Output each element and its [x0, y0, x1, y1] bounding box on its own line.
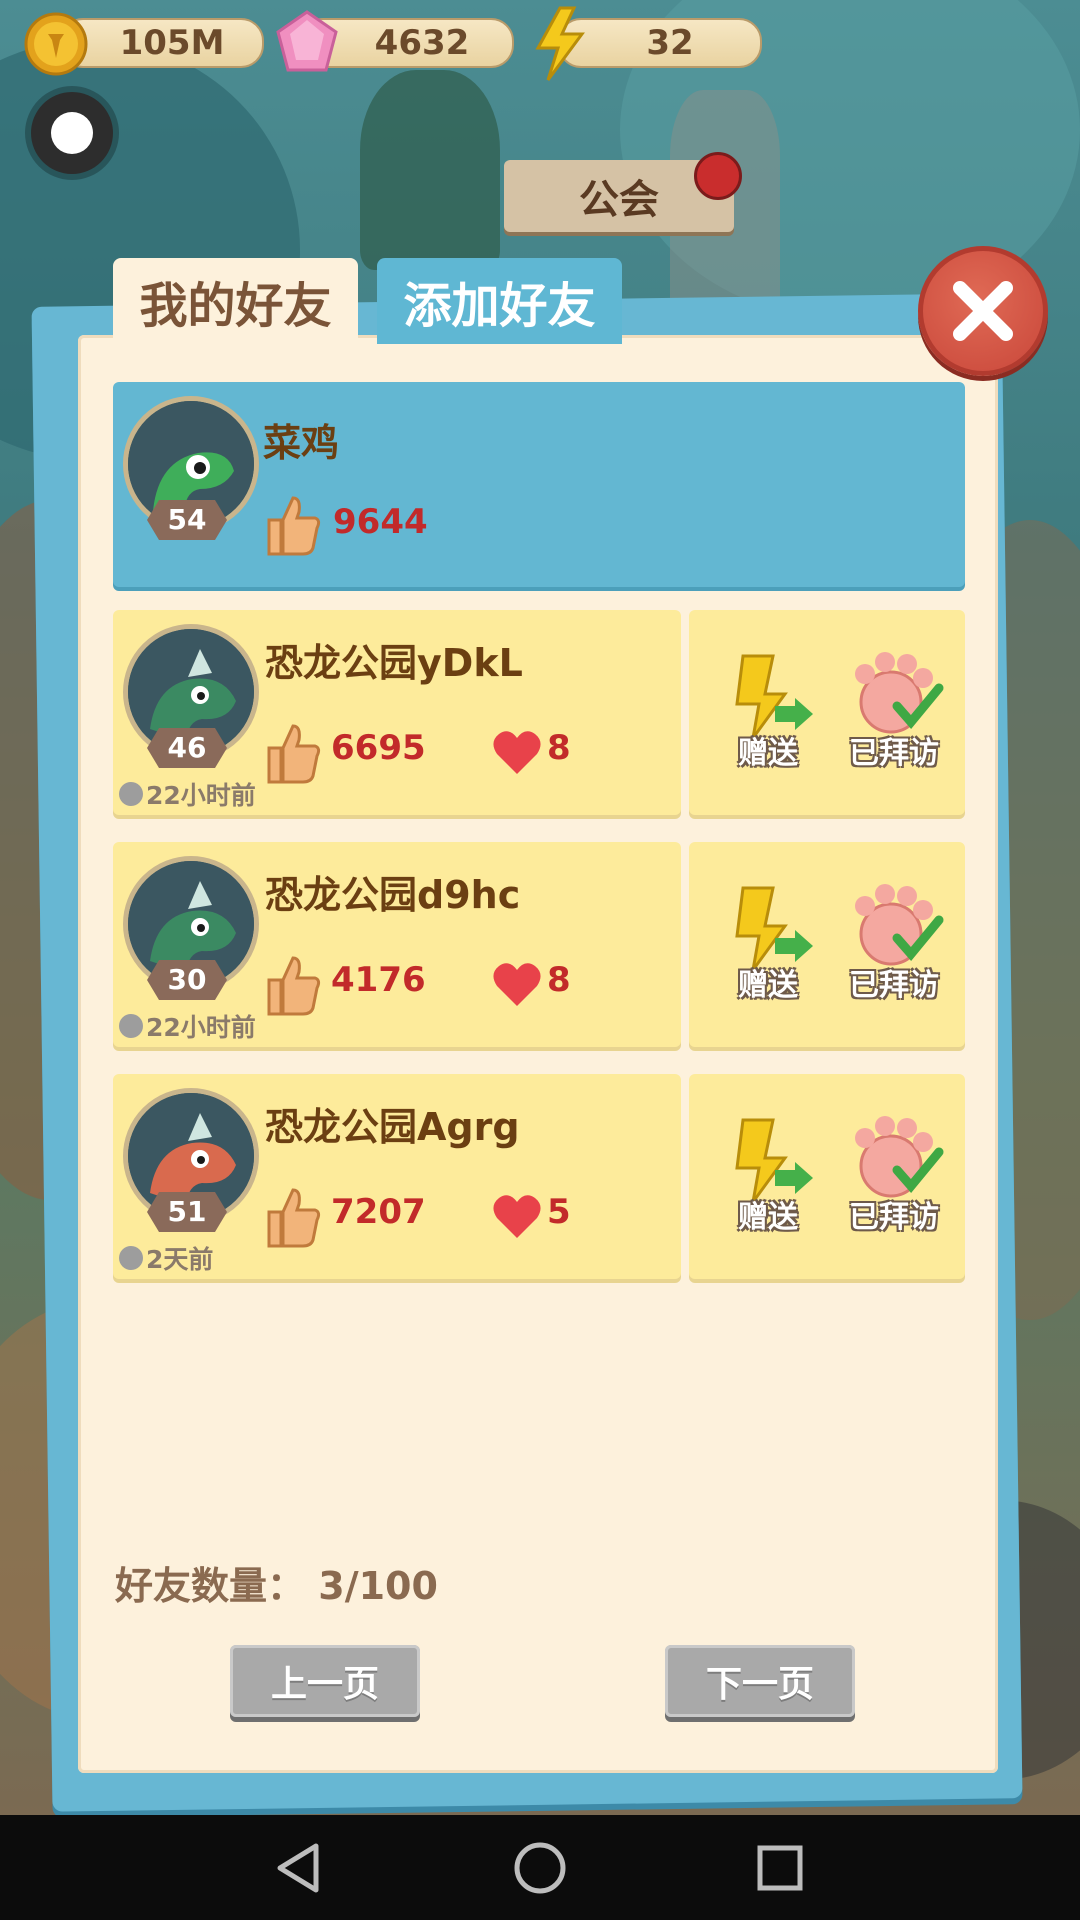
friend-row[interactable]: 46 22小时前 恐龙公园yDkL 6695 8 赠送 已拜访	[113, 610, 965, 815]
likes-count: 6695	[331, 728, 426, 768]
heart-icon	[491, 1192, 543, 1240]
home-nav-button[interactable]	[490, 1815, 590, 1920]
offline-status-icon	[119, 1014, 143, 1038]
visited-button[interactable]: 已拜访	[839, 882, 949, 1004]
thumbs-up-icon	[263, 954, 321, 1016]
friend-info[interactable]: 30 22小时前 恐龙公园d9hc 4176 8	[113, 842, 681, 1047]
gift-energy-button[interactable]: 赠送	[713, 1114, 823, 1236]
menu-round-button[interactable]	[31, 92, 113, 174]
visited-paw-icon	[855, 1116, 944, 1198]
thumbs-up-icon	[263, 1186, 321, 1248]
guild-label: 公会	[579, 177, 659, 223]
gift-lightning-icon	[735, 886, 813, 971]
friend-actions: 赠送 已拜访	[689, 1074, 965, 1279]
close-button[interactable]	[918, 246, 1048, 376]
last-online: 2天前	[119, 1240, 213, 1276]
last-online-text: 22小时前	[146, 781, 256, 810]
gift-label: 赠送	[738, 968, 798, 1003]
coin-bar: 105M	[60, 18, 264, 68]
level-badge: 54	[147, 500, 227, 540]
visited-paw-icon	[855, 652, 944, 734]
friend-count: 好友数量： 3/100	[115, 1555, 438, 1610]
close-icon	[953, 281, 1013, 341]
friend-count-label: 好友数量：	[115, 1564, 306, 1608]
friend-name: 恐龙公园d9hc	[265, 873, 521, 917]
visited-label: 已拜访	[849, 1200, 939, 1235]
hearts-count: 8	[547, 728, 571, 768]
offline-status-icon	[119, 782, 143, 806]
visited-button[interactable]: 已拜访	[839, 650, 949, 772]
level-badge: 46	[147, 728, 227, 768]
friend-actions: 赠送 已拜访	[689, 610, 965, 815]
recent-nav-icon	[757, 1845, 803, 1890]
lightning-icon	[530, 6, 590, 82]
thumbs-up-icon	[263, 722, 321, 784]
friend-row[interactable]: 51 2天前 恐龙公园Agrg 7207 5 赠送 已拜访	[113, 1074, 965, 1279]
friend-name: 恐龙公园yDkL	[265, 641, 523, 685]
friend-name: 恐龙公园Agrg	[265, 1105, 520, 1149]
level-badge: 30	[147, 960, 227, 1000]
back-nav-button[interactable]	[250, 1815, 350, 1920]
likes-count: 9644	[333, 502, 428, 542]
likes-count: 4176	[331, 960, 426, 1000]
gem-icon	[272, 8, 342, 78]
friend-actions: 赠送 已拜访	[689, 842, 965, 1047]
home-nav-icon	[514, 1842, 566, 1893]
gift-lightning-icon	[735, 1118, 813, 1203]
friend-row[interactable]: 30 22小时前 恐龙公园d9hc 4176 8 赠送 已拜访	[113, 842, 965, 1047]
friend-count-value: 3/100	[318, 1564, 438, 1608]
thumbs-up-icon	[263, 494, 321, 556]
last-online: 22小时前	[119, 776, 256, 812]
last-online-text: 22小时前	[146, 1013, 256, 1042]
hearts-count: 5	[547, 1192, 571, 1232]
last-online-text: 2天前	[146, 1245, 214, 1274]
level-badge: 51	[147, 1192, 227, 1232]
system-nav-bar	[0, 1815, 1080, 1920]
tab-add-friend[interactable]: 添加好友	[377, 258, 622, 344]
energy-amount: 32	[646, 23, 694, 63]
friend-info[interactable]: 51 2天前 恐龙公园Agrg 7207 5	[113, 1074, 681, 1279]
gift-label: 赠送	[738, 1200, 798, 1235]
visited-button[interactable]: 已拜访	[839, 1114, 949, 1236]
back-nav-icon	[277, 1843, 319, 1892]
visited-label: 已拜访	[849, 968, 939, 1003]
recent-nav-button[interactable]	[730, 1815, 830, 1920]
likes-count: 7207	[331, 1192, 426, 1232]
prev-page-button[interactable]: 上一页	[230, 1645, 420, 1717]
visited-paw-icon	[855, 884, 944, 966]
coin-icon	[24, 12, 88, 76]
coin-amount: 105M	[119, 23, 225, 63]
offline-status-icon	[119, 1246, 143, 1270]
gift-energy-button[interactable]: 赠送	[713, 882, 823, 1004]
heart-icon	[491, 728, 543, 776]
gift-label: 赠送	[738, 736, 798, 771]
gift-lightning-icon	[735, 654, 813, 739]
gem-amount: 4632	[374, 23, 470, 63]
self-row: 54 菜鸡 9644	[113, 382, 965, 587]
next-page-button[interactable]: 下一页	[665, 1645, 855, 1717]
last-online: 22小时前	[119, 1008, 256, 1044]
player-name: 菜鸡	[263, 421, 340, 465]
tab-my-friends[interactable]: 我的好友	[113, 258, 358, 344]
friend-info[interactable]: 46 22小时前 恐龙公园yDkL 6695 8	[113, 610, 681, 815]
visited-label: 已拜访	[849, 736, 939, 771]
hearts-count: 8	[547, 960, 571, 1000]
gift-energy-button[interactable]: 赠送	[713, 650, 823, 772]
heart-icon	[491, 960, 543, 1008]
guild-notification-dot	[694, 152, 742, 200]
